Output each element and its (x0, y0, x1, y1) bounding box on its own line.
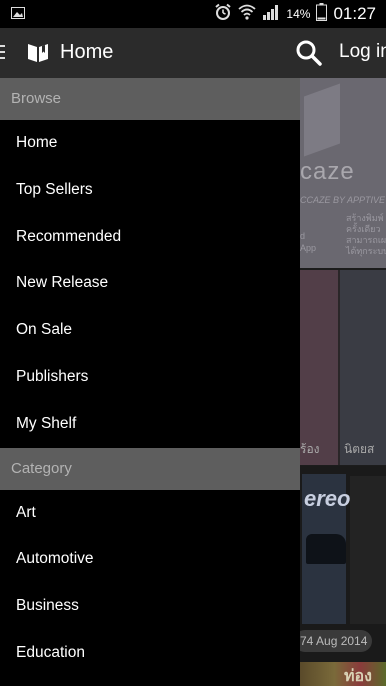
signal-icon (262, 4, 280, 25)
book-cover[interactable] (350, 476, 386, 624)
action-bar: Home Log in (0, 28, 386, 78)
section-header-browse: Browse (0, 78, 300, 120)
status-bar: 14% 01:27 (0, 0, 386, 28)
image-icon (11, 6, 25, 24)
drawer-item-business[interactable]: Business (0, 583, 300, 630)
magazine-cover[interactable]: ereo (302, 474, 350, 624)
drawer-item-home[interactable]: Home (0, 120, 300, 167)
drawer-item-education[interactable]: Education (0, 630, 300, 677)
featured-row: ร้อง นิตยส (300, 270, 386, 465)
book-caption: ร้อง (300, 442, 320, 456)
book-caption: นิตยส (344, 442, 375, 456)
battery-percent: 14% (286, 7, 311, 21)
alarm-icon (214, 3, 232, 26)
drawer-item-recommended[interactable]: Recommended (0, 214, 300, 261)
book-cover[interactable] (340, 270, 386, 465)
drawer-item-new-release[interactable]: New Release (0, 260, 300, 307)
clock: 01:27 (333, 4, 376, 23)
login-button[interactable]: Log in (339, 41, 386, 63)
banner-logo-shape (304, 83, 340, 157)
book-cover[interactable] (300, 662, 386, 686)
drawer-item-automotive[interactable]: Automotive (0, 536, 300, 583)
battery-icon (316, 2, 328, 26)
banner-thai-text: สร้างพิมพ์ ครั้งเดียว สามารถเผ ได้ทุกระบ… (346, 213, 386, 256)
home-content-behind-drawer: caze CCAZE BY APPTIVE d App สร้างพิมพ์ ค… (300, 78, 386, 686)
drawer-item-publishers[interactable]: Publishers (0, 354, 300, 401)
book-logo-icon[interactable] (27, 41, 49, 68)
magazine-row: ereo 74 Aug 2014 ท่อง (300, 466, 386, 686)
drawer-item-art[interactable]: Art (0, 490, 300, 537)
navigation-drawer: Browse Home Top Sellers Recommended New … (0, 78, 300, 686)
magazine-title: ereo (304, 486, 351, 511)
search-icon[interactable] (295, 39, 323, 72)
section-header-category: Category (0, 447, 300, 490)
car-image (306, 534, 346, 564)
book-cover-text: ท่อง (344, 668, 372, 685)
drawer-item-my-shelf[interactable]: My Shelf (0, 401, 300, 448)
hamburger-icon[interactable] (0, 45, 6, 61)
banner-brand: caze (300, 158, 355, 185)
promo-banner[interactable]: caze CCAZE BY APPTIVE d App สร้างพิมพ์ ค… (300, 78, 386, 268)
banner-tagline: CCAZE BY APPTIVE (300, 195, 386, 205)
banner-app-text: d App (300, 231, 317, 253)
drawer-item-on-sale[interactable]: On Sale (0, 307, 300, 354)
book-cover[interactable] (300, 270, 338, 465)
wifi-icon (238, 4, 257, 25)
page-title: Home (60, 41, 114, 63)
date-chip: 74 Aug 2014 (300, 630, 372, 652)
drawer-item-top-sellers[interactable]: Top Sellers (0, 167, 300, 214)
